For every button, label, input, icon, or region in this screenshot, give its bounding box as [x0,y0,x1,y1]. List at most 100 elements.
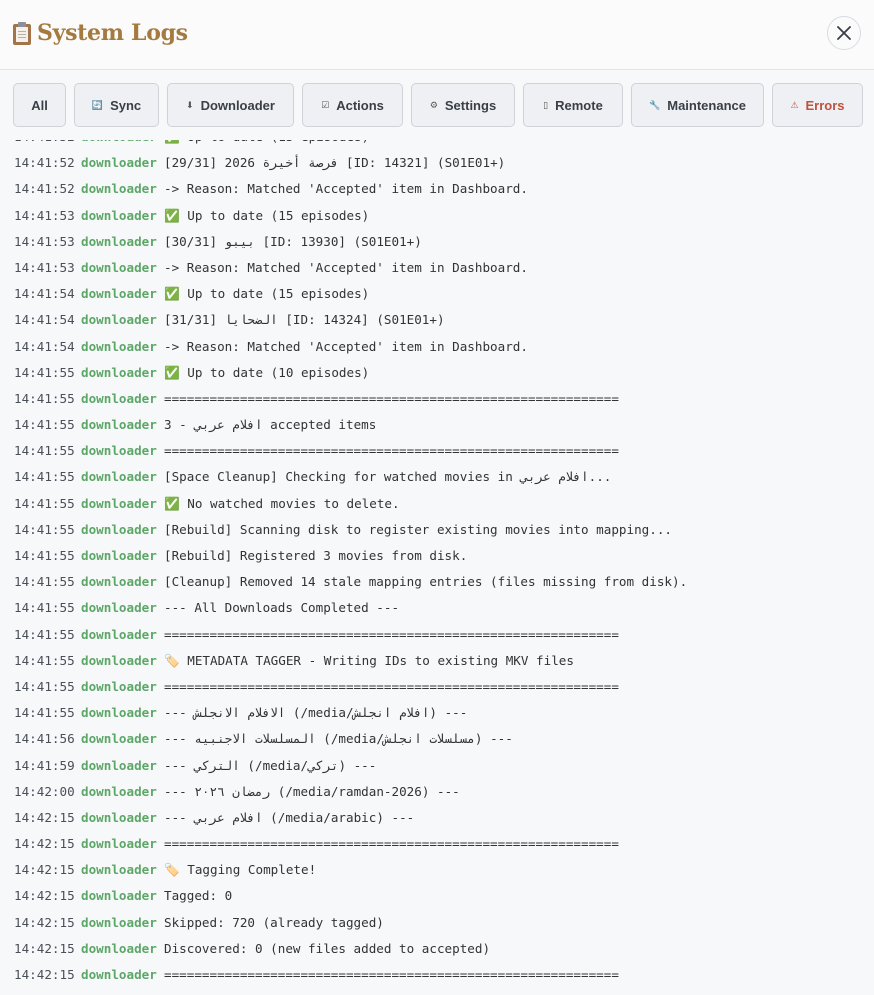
log-message: ========================================… [164,678,619,694]
log-entry: 14:41:54 downloader [31/31] الضحايا [ID: 1… [0,307,874,333]
log-source: downloader [81,862,157,878]
log-source: downloader [81,312,157,328]
log-entry: 14:42:15 downloader --- افلام عربي (/media… [0,805,874,831]
log-timestamp: 14:41:55 [14,469,75,485]
log-source: downloader [81,574,157,590]
log-panel[interactable]: 14:41:52 downloader ✅ Up to date (15 episo… [0,140,874,995]
log-message: --- الافلام الانجلش (/media/افلام انجلش)… [164,705,468,721]
log-message: ========================================… [164,967,619,982]
log-timestamp: 14:41:54 [14,286,75,302]
log-message: --- التركي (/media/تركي) --- [164,757,377,773]
log-message: --- رمضان ٢٠٢٦ (/media/ramdan-2026) --- [164,783,460,799]
log-message: --- All Downloads Completed --- [164,600,400,616]
log-message: -> Reason: Matched 'Accepted' item in Da… [164,181,528,197]
log-timestamp: 14:41:55 [14,443,75,459]
log-source: downloader [81,495,157,511]
log-message: --- افلام عربي (/media/arabic) --- [164,809,415,825]
log-source: downloader [81,967,157,982]
log-timestamp: 14:41:55 [14,521,75,537]
log-message: ========================================… [164,626,619,642]
log-message: 🏷️ METADATA TAGGER - Writing IDs to exis… [164,652,574,668]
log-entry: 14:41:55 downloader --- All Downloads Comp… [0,595,874,621]
log-message: [30/31] بيبو [ID: 13930] (S01E01+) [164,233,422,249]
log-timestamp: 14:41:53 [14,259,75,275]
tab-actions[interactable]: ☑ Actions [302,83,403,127]
phone-icon: ▯ [543,99,549,110]
log-message: [Rebuild] Registered 3 movies from disk. [164,548,468,563]
log-source: downloader [81,914,157,930]
log-timestamp: 14:41:52 [14,181,75,197]
tab-label: Maintenance [667,97,746,113]
log-timestamp: 14:41:53 [14,207,75,223]
log-timestamp: 14:42:15 [14,888,75,904]
checklist-icon: ☑ [321,99,330,110]
log-timestamp: 14:42:00 [14,783,75,799]
log-message: ✅ Up to date (10 episodes) [164,364,370,380]
log-timestamp: 14:41:55 [14,574,75,590]
log-entry: 14:41:55 downloader ======================… [0,622,874,648]
log-source: downloader [81,783,157,799]
log-source: downloader [81,705,157,721]
log-entry: 14:41:55 downloader [Cleanup] Removed 14 s… [0,569,874,595]
log-entry: 14:41:53 downloader ✅ Up to date (15 episo… [0,203,874,229]
tab-settings[interactable]: ⚙ Settings [411,83,515,127]
log-message: 🏷️ Tagging Complete! [164,862,317,878]
log-message: Discovered: 0 (new files added to accept… [164,940,491,956]
log-entry: 14:42:15 downloader ======================… [0,831,874,857]
log-source: downloader [81,940,157,956]
log-entry: 14:42:15 downloader Skipped: 720 (already … [0,910,874,936]
log-entry: 14:41:55 downloader 3 - افلام عربي accepte… [0,412,874,438]
log-timestamp: 14:42:15 [14,914,75,930]
log-message: [Space Cleanup] Checking for watched mov… [164,469,612,485]
log-source: downloader [81,181,157,197]
tab-downloader[interactable]: ⬇ Downloader [167,83,294,127]
log-source: downloader [81,731,157,747]
log-source: downloader [81,521,157,537]
log-message: --- المسلسلات الاجنبيه (/media/مسلسلات ا… [164,731,513,747]
sync-icon: 🔄 [91,99,104,110]
tab-label: Downloader [200,97,275,113]
log-message: ========================================… [164,836,619,852]
log-message: ✅ Up to date (15 episodes) [164,286,370,302]
log-entry: 14:41:53 downloader -> Reason: Matched 'Ac… [0,255,874,281]
tab-label: Remote [555,97,603,113]
tab-errors[interactable]: ⚠ Errors [772,83,863,127]
close-icon [837,26,851,40]
log-source: downloader [81,678,157,694]
log-entry: 14:42:15 downloader Tagged: 0 [0,883,874,909]
log-entry: 14:42:15 downloader ======================… [0,962,874,988]
log-entry: 14:41:53 downloader [30/31] بيبو [ID: 1393… [0,229,874,255]
log-message: ✅ No watched movies to delete. [164,495,400,511]
log-timestamp: 14:41:52 [14,140,75,150]
log-source: downloader [81,286,157,302]
page-title: System Logs [37,20,188,46]
log-list: 14:41:52 downloader ✅ Up to date (15 episo… [0,140,874,988]
wrench-icon: 🔧 [649,99,661,110]
log-message: 3 - افلام عربي accepted items [164,417,377,433]
tab-sync[interactable]: 🔄 Sync [74,83,159,127]
log-source: downloader [81,155,157,171]
tab-label: Settings [444,97,497,113]
log-source: downloader [81,600,157,616]
log-entry: 14:41:55 downloader ✅ Up to date (10 episo… [0,360,874,386]
modal-header: System Logs [0,0,874,70]
close-button[interactable] [827,16,861,50]
tab-label: Actions [336,97,384,113]
tab-maintenance[interactable]: 🔧 Maintenance [631,83,764,127]
log-source: downloader [81,233,157,249]
log-entry: 14:41:55 downloader [Rebuild] Scanning dis… [0,517,874,543]
log-entry: 14:41:52 downloader -> Reason: Matched 'Ac… [0,176,874,202]
log-source: downloader [81,390,157,406]
log-source: downloader [81,469,157,485]
log-entry: 14:41:55 downloader [Rebuild] Registered 3… [0,543,874,569]
log-message: ✅ Up to date (15 episodes) [164,140,369,150]
log-timestamp: 14:42:15 [14,809,75,825]
log-timestamp: 14:41:55 [14,600,75,616]
log-entry: 14:42:15 downloader 🏷️ Tagging Complete! [0,857,874,883]
log-timestamp: 14:41:54 [14,312,75,328]
log-source: downloader [81,888,157,904]
tab-remote[interactable]: ▯ Remote [523,83,623,127]
log-source: downloader [81,140,157,150]
log-source: downloader [81,259,157,275]
tab-all[interactable]: All [13,83,66,127]
